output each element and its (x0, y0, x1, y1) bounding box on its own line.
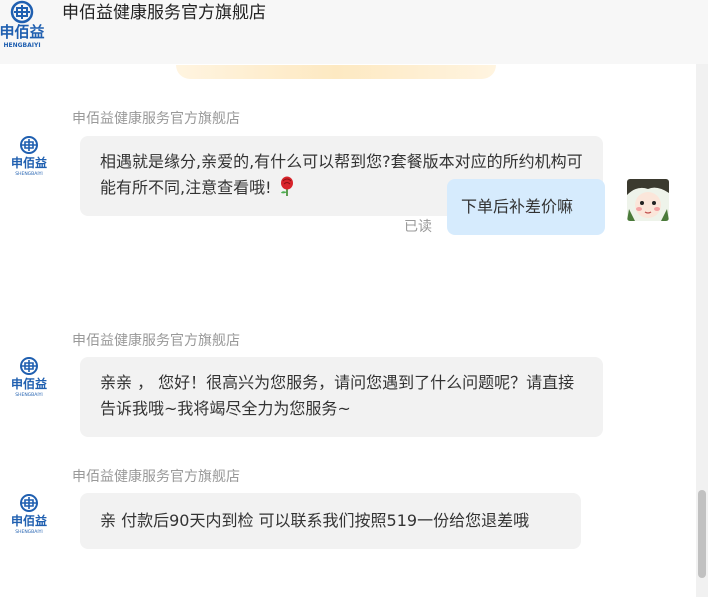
svg-text:申佰益: 申佰益 (0, 23, 45, 41)
user-avatar[interactable] (627, 179, 669, 221)
svg-text:SHENGBAIYI: SHENGBAIYI (15, 529, 43, 535)
shop-avatar-icon[interactable]: 申佰益 SHENGBAIYI (8, 356, 50, 400)
sender-name: 申佰益健康服务官方旗舰店 (72, 469, 240, 485)
svg-text:申佰益: 申佰益 (11, 513, 47, 528)
outgoing-message-bubble[interactable]: 下单后补差价嘛 (447, 179, 605, 235)
sender-name: 申佰益健康服务官方旗舰店 (72, 111, 240, 127)
shop-avatar-icon[interactable]: 申佰益 SHENGBAIYI (8, 135, 50, 179)
shop-logo-icon[interactable]: 申佰益 HENGBAIYI (0, 0, 50, 50)
svg-text:HENGBAIYI: HENGBAIYI (3, 42, 40, 49)
promo-banner[interactable] (176, 65, 496, 79)
shop-title: 申佰益健康服务官方旗舰店 (62, 3, 266, 23)
svg-text:申佰益: 申佰益 (11, 376, 47, 391)
scrollbar-thumb[interactable] (698, 490, 706, 578)
svg-text:SHENGBAIYI: SHENGBAIYI (15, 392, 43, 398)
svg-text:SHENGBAIYI: SHENGBAIYI (15, 171, 43, 177)
message-text: 亲 付款后90天内到检 可以联系我们按照519一份给您退差哦 (100, 511, 530, 530)
sender-name: 申佰益健康服务官方旗舰店 (72, 333, 240, 349)
svg-text:申佰益: 申佰益 (11, 155, 47, 170)
chat-header: 申佰益 HENGBAIYI 申佰益健康服务官方旗舰店 (0, 0, 708, 65)
message-text: 下单后补差价嘛 (461, 197, 574, 216)
read-status: 已读 (404, 219, 432, 235)
shop-avatar-icon[interactable]: 申佰益 SHENGBAIYI (8, 493, 50, 537)
incoming-message-bubble[interactable]: 亲 付款后90天内到检 可以联系我们按照519一份给您退差哦 (80, 493, 581, 549)
incoming-message-bubble[interactable]: 亲亲 ， 您好！很高兴为您服务，请问您遇到了什么问题呢？请直接告诉我哦~我将竭尽… (80, 357, 603, 437)
rose-icon (280, 176, 293, 196)
message-text: 亲亲 ， 您好！很高兴为您服务，请问您遇到了什么问题呢？请直接告诉我哦~我将竭尽… (100, 373, 575, 418)
